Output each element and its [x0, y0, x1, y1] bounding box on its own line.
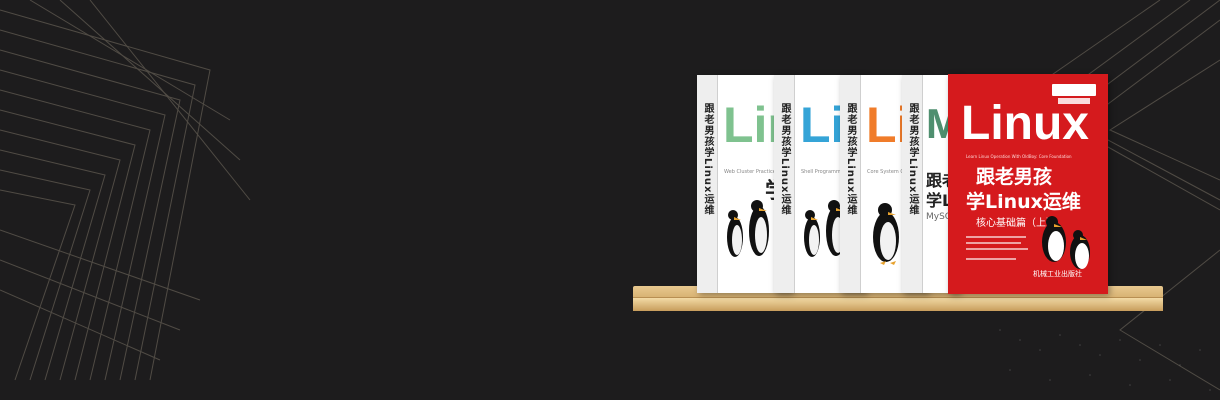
book-cover-word: Li: [800, 97, 845, 153]
book-spine-text: 跟老男孩学Linux运维: [907, 103, 918, 216]
blurb-line: [966, 258, 1016, 260]
publisher-logo: [1052, 84, 1096, 96]
featured-book-cover[interactable]: Linux Learn Linux Operation With OldBoy:…: [948, 74, 1108, 294]
book-spine-text: 跟老男孩学Linux运维: [702, 103, 713, 216]
featured-book-subtitle-en: Learn Linux Operation With OldBoy: Core …: [966, 154, 1072, 159]
book-spine: 跟老男孩学Linux运维: [697, 75, 718, 293]
blurb-line: [966, 236, 1026, 238]
penguin-icon: [727, 200, 769, 257]
penguin-icon: [1042, 216, 1090, 269]
book-spine: 跟老男孩学Linux运维: [840, 75, 861, 293]
blurb-line: [966, 242, 1021, 244]
featured-book-title: Linux: [961, 97, 1089, 150]
blurb-line: [966, 248, 1028, 250]
promo-banner: 跟老男孩学Linux运维 Lin Web Cluster Practice 学 …: [0, 0, 1220, 400]
book-spine: 跟老男孩学Linux运维: [774, 75, 795, 293]
featured-book-title-cn-1: 跟老男孩: [976, 166, 1053, 188]
book-spine-text: 跟老男孩学Linux运维: [779, 103, 790, 216]
book-spine-text: 跟老男孩学Linux运维: [845, 103, 856, 216]
book-spine: 跟老男孩学Linux运维: [902, 75, 923, 293]
shelf-front: [633, 297, 1163, 311]
featured-book-title-cn-2: 学Linux运维: [966, 191, 1081, 213]
